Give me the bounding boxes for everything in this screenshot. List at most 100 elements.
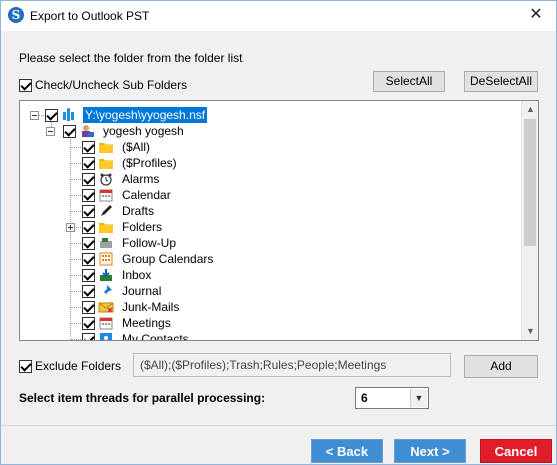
exclude-folders-field[interactable]: ($All);($Profiles);Trash;Rules;People;Me… [133, 353, 451, 377]
folder-icon [98, 140, 114, 154]
tree-root-label: Y:\yogesh\yyogesh.nsf [83, 107, 208, 123]
instruction-text: Please select the folder from the folder… [19, 51, 243, 65]
tree-folder-checkbox[interactable] [82, 188, 95, 202]
tree-connector [71, 307, 81, 308]
tree-folder-row[interactable]: Calendar [82, 187, 173, 203]
tree-root-checkbox[interactable] [45, 108, 58, 122]
footer-separator [1, 425, 556, 426]
threads-select[interactable]: 6 ▼ [355, 387, 429, 409]
tree-folder-label: Inbox [122, 268, 152, 282]
subfolders-label: Check/Uncheck Sub Folders [35, 78, 188, 92]
tree-user-label: yogesh yogesh [103, 124, 184, 138]
calendar-icon [98, 316, 114, 330]
tree-folder-row[interactable]: Alarms [82, 171, 161, 187]
tree-folder-row[interactable]: Follow-Up [82, 235, 178, 251]
alarm-clock-icon [98, 172, 114, 186]
tree-folder-row[interactable]: Inbox [82, 267, 153, 283]
tree-folder-row[interactable]: Junk-Mails [82, 299, 181, 315]
tree-folder-label: Group Calendars [122, 252, 214, 266]
pen-icon [98, 204, 114, 218]
tree-folder-row[interactable]: My Contacts [82, 331, 191, 340]
exclude-folders-checkbox[interactable] [19, 359, 32, 373]
tree-folder-checkbox[interactable] [82, 204, 95, 218]
next-button[interactable]: Next > [394, 439, 466, 463]
scroll-up-arrow-icon[interactable]: ▲ [522, 101, 538, 118]
tree-folder-checkbox[interactable] [82, 268, 95, 282]
tree-folder-label: ($Profiles) [122, 156, 177, 170]
threads-value: 6 [361, 391, 368, 405]
subfolders-checkbox[interactable] [19, 78, 32, 92]
tree-folder-label: My Contacts [122, 332, 189, 340]
tree-folder-row[interactable]: Folders [82, 219, 164, 235]
tree-connector [70, 137, 71, 340]
tree-folder-label: Meetings [122, 316, 171, 330]
tree-folder-checkbox[interactable] [82, 156, 95, 170]
folder-tree-content: Y:\yogesh\yyogesh.nsf yogesh yogesh ($Al… [20, 101, 522, 340]
exclude-folders-row[interactable]: Exclude Folders [19, 359, 121, 373]
tree-connector [71, 179, 81, 180]
scroll-down-arrow-icon[interactable]: ▼ [522, 323, 538, 340]
expand-folder-toggle[interactable] [66, 223, 75, 232]
tree-folder-checkbox[interactable] [82, 316, 95, 330]
export-dialog: S Export to Outlook PST ✕ Please select … [0, 0, 557, 465]
window-title: Export to Outlook PST [30, 9, 150, 23]
chevron-down-icon[interactable]: ▼ [410, 389, 427, 407]
collapse-root-toggle[interactable] [30, 111, 39, 120]
tree-folder-label: Calendar [122, 188, 171, 202]
tree-connector [71, 291, 81, 292]
tree-folder-checkbox[interactable] [82, 172, 95, 186]
tree-folder-label: Follow-Up [122, 236, 177, 250]
cancel-button[interactable]: Cancel [480, 439, 552, 463]
contacts-icon [98, 332, 114, 340]
deselect-all-button[interactable]: DeSelectAll [464, 71, 538, 92]
pin-icon [98, 284, 114, 298]
tree-connector [71, 275, 81, 276]
back-button[interactable]: < Back [311, 439, 383, 463]
tree-connector [71, 195, 81, 196]
scroll-thumb[interactable] [524, 119, 536, 246]
folder-icon [98, 220, 114, 234]
folder-tree[interactable]: Y:\yogesh\yyogesh.nsf yogesh yogesh ($Al… [19, 100, 539, 341]
tree-folder-row[interactable]: Drafts [82, 203, 156, 219]
follow-up-icon [98, 236, 114, 250]
folder-icon [98, 156, 114, 170]
tree-connector [71, 163, 81, 164]
tree-folder-checkbox[interactable] [82, 332, 95, 340]
inbox-icon [98, 268, 114, 282]
close-icon[interactable]: ✕ [516, 1, 556, 31]
tree-user-row[interactable]: yogesh yogesh [63, 123, 186, 139]
collapse-user-toggle[interactable] [46, 127, 55, 136]
tree-folder-checkbox[interactable] [82, 252, 95, 266]
tree-root-row[interactable]: Y:\yogesh\yyogesh.nsf [45, 107, 208, 123]
tree-folder-checkbox[interactable] [82, 236, 95, 250]
user-mailbox-icon [79, 124, 95, 138]
tree-folder-checkbox[interactable] [82, 284, 95, 298]
tree-folder-row[interactable]: Group Calendars [82, 251, 215, 267]
tree-folder-row[interactable]: Journal [82, 283, 163, 299]
add-button[interactable]: Add [464, 355, 538, 378]
tree-connector [71, 259, 81, 260]
group-calendar-icon [98, 252, 114, 266]
tree-folder-checkbox[interactable] [82, 300, 95, 314]
title-bar: S Export to Outlook PST ✕ [1, 1, 556, 31]
tree-scrollbar[interactable]: ▲ ▼ [521, 101, 538, 340]
junk-mail-icon [98, 300, 114, 314]
tree-folder-label: Alarms [122, 172, 160, 186]
tree-folder-label: Drafts [122, 204, 155, 218]
tree-folder-row[interactable]: ($All) [82, 139, 152, 155]
tree-connector [71, 339, 81, 340]
tree-folder-checkbox[interactable] [82, 140, 95, 154]
tree-folder-row[interactable]: Meetings [82, 315, 173, 331]
tree-folder-label: Journal [122, 284, 162, 298]
tree-user-checkbox[interactable] [63, 124, 76, 138]
calendar-icon [98, 188, 114, 202]
subfolders-checkbox-row[interactable]: Check/Uncheck Sub Folders [19, 78, 187, 92]
tree-folder-checkbox[interactable] [82, 220, 95, 234]
tree-folder-row[interactable]: ($Profiles) [82, 155, 179, 171]
select-all-button[interactable]: SelectAll [373, 71, 445, 92]
tree-connector [71, 243, 81, 244]
database-icon [61, 108, 77, 122]
tree-connector [71, 211, 81, 212]
threads-label: Select item threads for parallel process… [19, 391, 266, 405]
tree-folder-label: ($All) [122, 140, 151, 154]
